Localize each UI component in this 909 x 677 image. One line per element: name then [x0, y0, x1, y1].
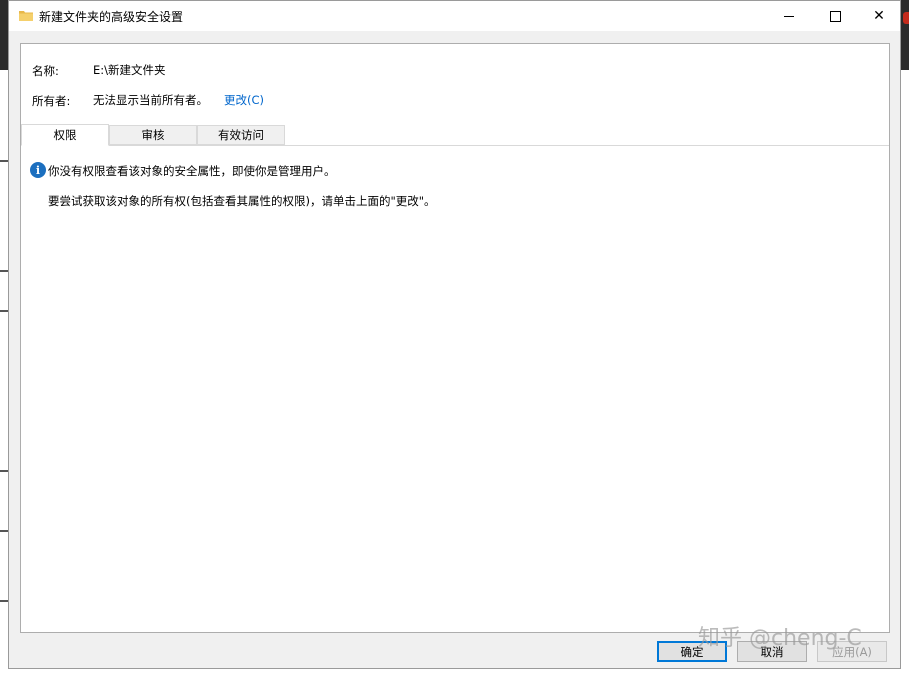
take-ownership-hint: 要尝试获取该对象的所有权(包括查看其属性的权限)，请单击上面的"更改"。 [48, 194, 436, 208]
tab-effective-access[interactable]: 有效访问 [197, 125, 285, 145]
close-button[interactable]: ✕ [856, 1, 902, 31]
background-window-left [0, 0, 8, 677]
name-label: 名称: [32, 64, 59, 78]
background-fragment [0, 600, 8, 602]
background-window-bottom [0, 669, 909, 677]
background-fragment [0, 310, 8, 312]
advanced-security-settings-dialog: 新建文件夹的高级安全设置 ✕ 名称: E:\新建文件夹 所有者: 无法显示当前所… [8, 0, 901, 669]
background-red-badge [903, 12, 909, 24]
minimize-button[interactable] [766, 1, 812, 31]
background-dark-strip [901, 0, 909, 70]
title-bar[interactable]: 新建文件夹的高级安全设置 ✕ [9, 1, 900, 31]
background-fragment [0, 470, 8, 472]
owner-value: 无法显示当前所有者。 [93, 93, 208, 107]
maximize-icon [829, 10, 841, 22]
tab-permissions[interactable]: 权限 [21, 124, 109, 146]
background-fragment [0, 270, 8, 272]
close-icon: ✕ [873, 8, 885, 24]
background-fragment [0, 530, 8, 532]
minimize-icon [784, 15, 794, 17]
watermark: 知乎 @cheng-C [698, 626, 862, 651]
owner-label: 所有者: [32, 94, 71, 108]
tab-auditing[interactable]: 审核 [109, 125, 197, 145]
change-owner-link[interactable]: 更改(C) [224, 92, 264, 108]
tab-divider [21, 145, 889, 146]
background-window-right [901, 0, 909, 677]
info-icon: i [30, 162, 46, 178]
name-value: E:\新建文件夹 [93, 63, 166, 77]
background-fragment [0, 160, 8, 162]
maximize-button[interactable] [812, 1, 858, 31]
folder-icon [19, 11, 33, 21]
no-permission-message: 你没有权限查看该对象的安全属性，即使你是管理用户。 [48, 164, 336, 178]
security-panel: 名称: E:\新建文件夹 所有者: 无法显示当前所有者。 更改(C) 权限 审核… [20, 43, 890, 633]
background-dark-strip [0, 0, 8, 70]
window-title: 新建文件夹的高级安全设置 [39, 10, 184, 24]
